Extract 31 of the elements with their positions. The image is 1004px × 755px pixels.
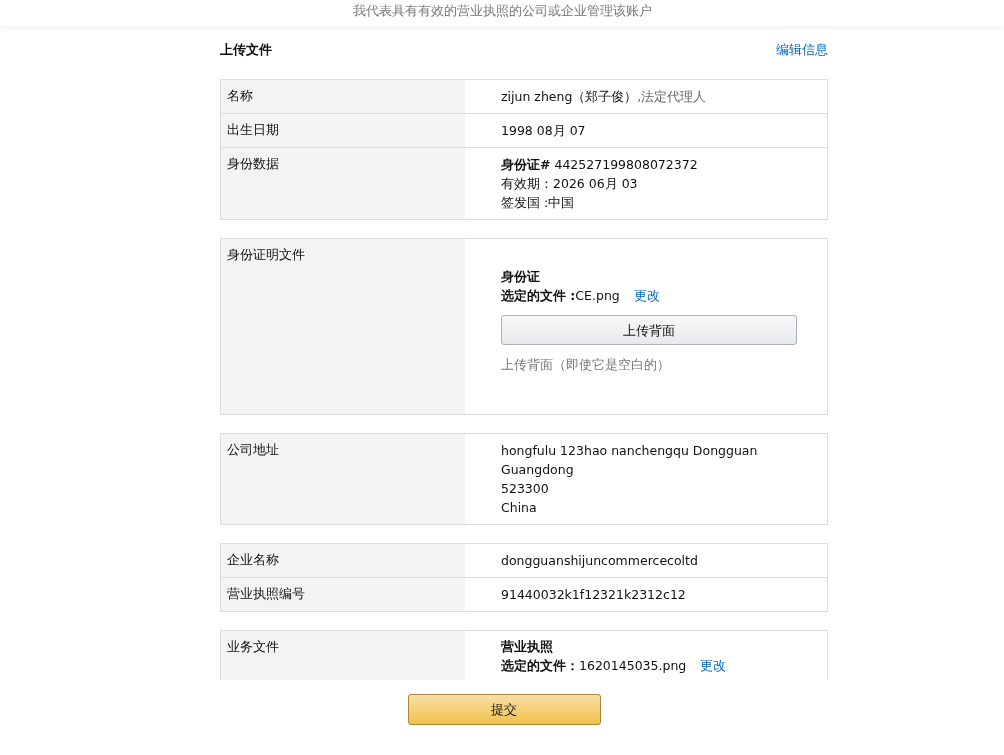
selected-file: 选定的文件：1620145035.png: [501, 657, 687, 675]
field-value: 1998 08月 07: [501, 122, 587, 140]
field-value: dongguanshijuncommercecoltd: [501, 552, 699, 570]
upload-back-button[interactable]: 上传背面: [501, 315, 797, 345]
field-label: 业务文件: [227, 639, 279, 654]
change-link[interactable]: 更改: [700, 656, 727, 675]
field-value: 签发国 :中国: [501, 194, 576, 212]
change-link[interactable]: 更改: [633, 286, 660, 305]
field-value: 有效期：2026 06月 03: [501, 175, 639, 193]
field-label: 出生日期: [227, 122, 279, 137]
submit-button[interactable]: 提交: [407, 694, 601, 725]
field-value: 91440032k1f12321k2312c12: [501, 586, 687, 604]
document-title: 身份证: [501, 268, 541, 286]
field-value: 523300: [501, 480, 550, 498]
upload-hint: 上传背面（即使它是空白的）: [501, 356, 671, 374]
field-label: 营业执照编号: [227, 586, 305, 601]
field-label: 身份数据: [227, 156, 279, 171]
edit-link[interactable]: 编辑信息: [776, 41, 828, 59]
field-value: hongfulu 123hao nanchengqu Dongguan: [501, 442, 759, 460]
field-value: 身份证# 442527199808072372: [501, 156, 699, 174]
document-title: 营业执照: [501, 638, 554, 656]
notice-text: 我代表具有有效的营业执照的公司或企业管理该账户: [351, 3, 653, 19]
field-label: 名称: [227, 88, 253, 103]
field-label: 公司地址: [227, 442, 279, 457]
field-value: China: [501, 499, 538, 517]
selected-file: 选定的文件 :CE.png: [501, 287, 620, 305]
section-title: 上传文件: [220, 41, 272, 59]
field-label: 企业名称: [227, 552, 279, 567]
field-label: 身份证明文件: [227, 247, 305, 262]
name-value: zijun zheng（郑子俊）,法定代理人: [501, 89, 707, 104]
field-value: Guangdong: [501, 461, 575, 479]
